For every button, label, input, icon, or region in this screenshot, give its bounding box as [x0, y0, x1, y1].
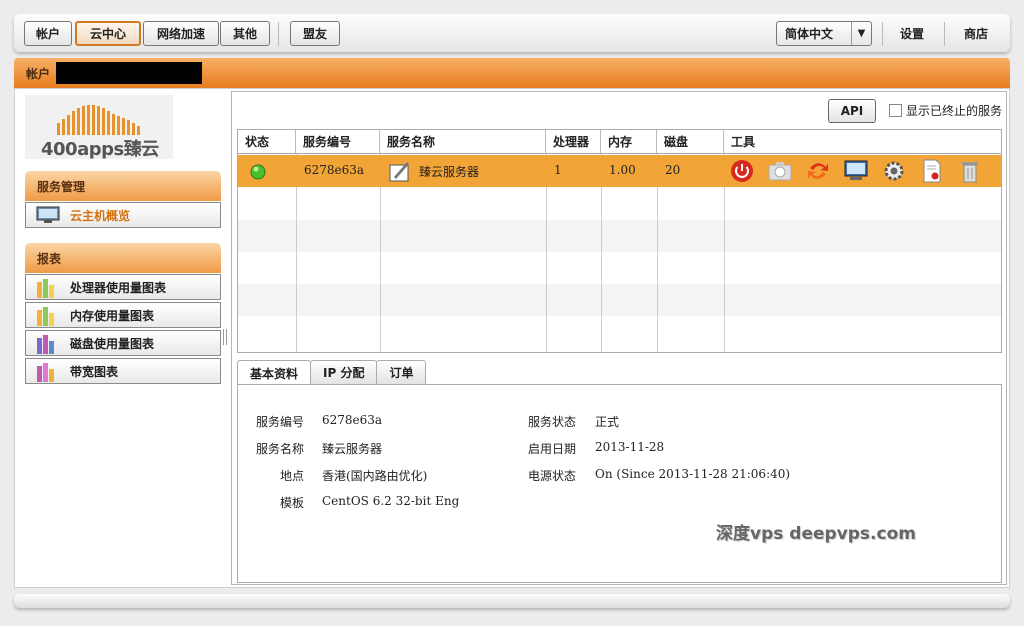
bottom-bar [14, 594, 1010, 608]
column-header[interactable]: 内存 [601, 130, 657, 153]
table-header: 状态 服务编号 服务名称 处理器 内存 磁盘 工具 [238, 130, 1001, 154]
location-value: 香港(国内路由优化) [322, 469, 428, 483]
service-name-cell: 臻云服务器 [419, 165, 480, 179]
memory-cell: 1.00 [609, 163, 636, 177]
store-link[interactable]: 商店 [964, 25, 988, 42]
column-header: 工具 [731, 135, 756, 149]
cloud-logo-icon [57, 105, 140, 135]
account-label: 帐户 [26, 66, 51, 81]
sidebar-item-disk-chart[interactable]: 磁盘使用量图表 [25, 330, 221, 356]
language-label: 简体中文 [785, 27, 834, 41]
sidebar-item-label: 内存使用量图表 [70, 308, 155, 323]
sidebar-item-label: 带宽图表 [70, 364, 119, 379]
service-name-label: 服务名称 [255, 442, 304, 456]
language-select[interactable]: 简体中文 ▼ [776, 21, 872, 46]
tool-icons [728, 158, 984, 184]
sidebar-item-label: 处理器使用量图表 [70, 280, 167, 295]
settings-link[interactable]: 设置 [900, 25, 924, 42]
tab-orders[interactable]: 订单 [376, 360, 427, 384]
template-label: 模板 [279, 496, 304, 510]
service-id-label: 服务编号 [255, 415, 304, 429]
column-header[interactable]: 处理器 [546, 130, 601, 153]
api-button[interactable]: API [828, 99, 876, 123]
sidebar-section-service-management: 服务管理 [25, 171, 221, 201]
show-terminated-label: 显示已终止的服务 [905, 104, 1002, 118]
tab-basic-info[interactable]: 基本资料 [237, 360, 312, 385]
service-status-label: 服务状态 [527, 415, 576, 429]
power-icon[interactable] [728, 158, 756, 184]
service-name-value: 臻云服务器 [322, 442, 383, 456]
bar-chart-icon [36, 334, 58, 357]
section-title: 服务管理 [37, 179, 86, 194]
divider [882, 22, 883, 46]
section-title: 报表 [37, 251, 62, 266]
disk-cell: 20 [665, 163, 681, 177]
start-date-value: 2013-11-28 [595, 440, 665, 454]
tab-cloud-center[interactable]: 云中心 [75, 21, 141, 46]
sidebar-item-memory-chart[interactable]: 内存使用量图表 [25, 302, 221, 328]
column-header[interactable]: 服务编号 [296, 130, 380, 153]
content-panel: API 显示已终止的服务 状态 服务编号 服务名称 处理器 内存 磁盘 工具 6… [231, 91, 1007, 585]
sidebar-item-cloud-host-overview[interactable]: 云主机概览 [25, 202, 221, 228]
logo-text: 400apps臻云 [41, 139, 159, 160]
redacted-account-name [56, 62, 203, 84]
certificate-icon[interactable] [918, 158, 946, 184]
service-id-cell: 6278e63a [304, 163, 365, 177]
service-status-value: 正式 [595, 415, 620, 429]
status-online-icon [250, 164, 266, 183]
divider [944, 22, 945, 46]
tab-network-acceleration[interactable]: 网络加速 [143, 21, 219, 46]
sidebar-item-cpu-chart[interactable]: 处理器使用量图表 [25, 274, 221, 300]
divider [278, 22, 279, 46]
bar-chart-icon [36, 362, 58, 385]
show-terminated-checkbox[interactable] [889, 104, 902, 117]
empty-row [238, 284, 1001, 316]
monitor-icon [36, 206, 60, 227]
bar-chart-icon [36, 278, 58, 301]
basic-info-panel: 服务编号 6278e63a 服务名称 臻云服务器 地点 香港(国内路由优化) 模… [237, 384, 1002, 583]
column-header[interactable]: 服务名称 [380, 130, 546, 153]
start-date-label: 启用日期 [527, 442, 576, 456]
logo: 400apps臻云 [25, 95, 173, 160]
sidebar-section-reports: 报表 [25, 243, 221, 273]
sidebar-item-bandwidth-chart[interactable]: 带宽图表 [25, 358, 221, 384]
template-value: CentOS 6.2 32-bit Eng [322, 494, 460, 508]
power-status-value: On (Since 2013-11-28 21:06:40) [595, 467, 791, 481]
detail-tabs: 基本资料 IP 分配 订单 [237, 360, 427, 385]
tab-ip-allocation[interactable]: IP 分配 [310, 360, 378, 384]
panel-resize-handle[interactable] [223, 329, 227, 345]
bar-chart-icon [36, 306, 58, 329]
table-row[interactable]: 6278e63a 臻云服务器 1 1.00 20 [238, 155, 1001, 187]
tab-other[interactable]: 其他 [220, 21, 270, 46]
sidebar-item-label: 云主机概览 [70, 208, 131, 223]
tab-account[interactable]: 帐户 [24, 21, 72, 46]
top-nav-bar: 帐户 云中心 网络加速 其他 盟友 简体中文 ▼ 设置 商店 [14, 14, 1010, 52]
location-label: 地点 [279, 469, 304, 483]
trash-icon[interactable] [956, 158, 984, 184]
power-status-label: 电源状态 [527, 469, 576, 483]
tab-alliance[interactable]: 盟友 [290, 21, 340, 46]
main-area: 400apps臻云 服务管理 云主机概览 报表 处理器使用量图表 内存使用量图表… [14, 88, 1010, 588]
console-icon[interactable] [842, 158, 870, 184]
snapshot-icon[interactable] [766, 158, 794, 184]
services-table: 状态 服务编号 服务名称 处理器 内存 磁盘 工具 6278e63a 臻云服务器… [237, 129, 1002, 353]
edit-pen-icon [388, 159, 412, 186]
service-id-value: 6278e63a [322, 413, 383, 427]
chevron-down-icon[interactable]: ▼ [851, 22, 871, 45]
sidebar-item-label: 磁盘使用量图表 [70, 336, 155, 351]
cpu-cell: 1 [554, 163, 562, 177]
empty-row [238, 220, 1001, 252]
settings-icon[interactable] [880, 158, 908, 184]
account-bar: 帐户 [14, 58, 1010, 88]
column-header[interactable]: 状态 [238, 130, 296, 153]
watermark: 深度vps deepvps.com [716, 524, 916, 544]
column-header[interactable]: 磁盘 [657, 130, 724, 153]
refresh-icon[interactable] [804, 158, 832, 184]
